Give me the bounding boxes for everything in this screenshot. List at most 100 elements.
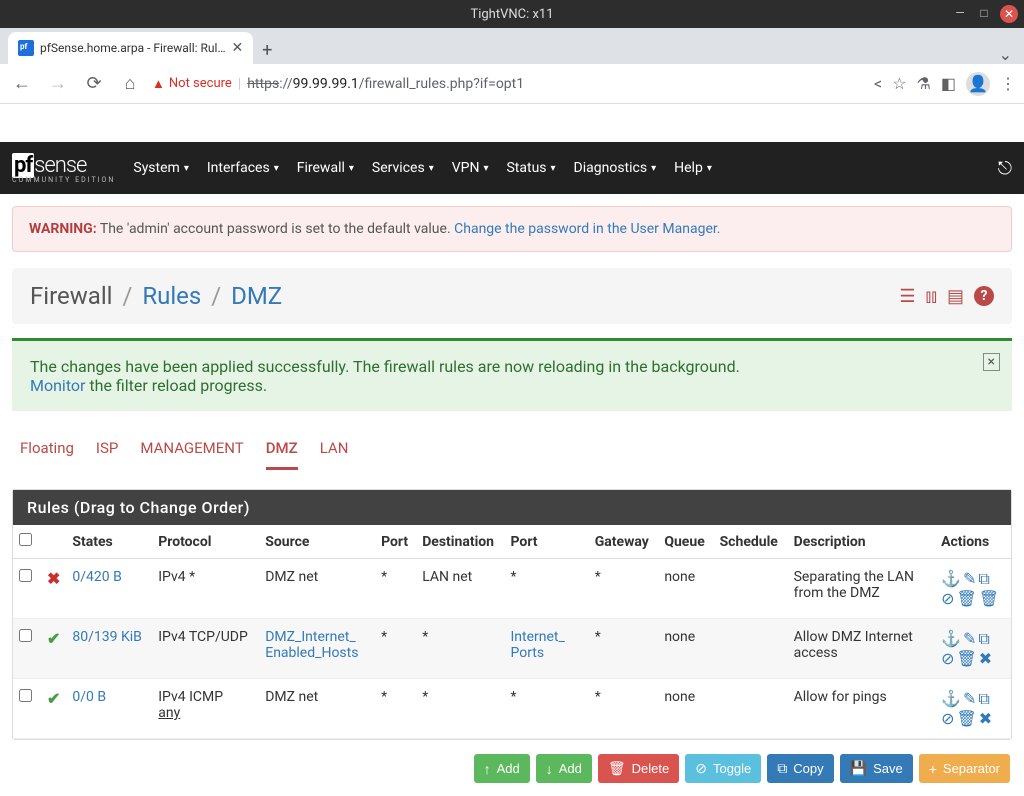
home-button[interactable]: ⌂ (116, 70, 144, 98)
forward-button: → (44, 70, 72, 98)
success-alert: × The changes have been applied successf… (12, 338, 1012, 411)
dport-cell: * (504, 559, 588, 619)
settings-icon[interactable]: ☰ (899, 286, 915, 307)
caret-down-icon: ▾ (707, 163, 712, 174)
trash-icon[interactable]: 🗑 (956, 649, 976, 668)
browser-tab[interactable]: pfSense.home.arpa - Firewall: Rul… ✕ (8, 32, 253, 64)
source-cell[interactable]: DMZ_Internet_Enabled_Hosts (259, 619, 375, 679)
dest-cell: LAN net (416, 559, 504, 619)
alert-close-icon[interactable]: × (983, 353, 1000, 371)
table-row[interactable]: ✔0/0 BIPv4 ICMPanyDMZ net****noneAllow f… (13, 679, 1011, 739)
pfsense-logo[interactable]: pfsense COMMUNITY EDITION (12, 153, 115, 184)
col-header: Source (259, 525, 375, 559)
help-icon[interactable]: ? (974, 286, 994, 306)
schedule-cell (714, 619, 788, 679)
logout-icon[interactable]: ⎋ (998, 158, 1012, 179)
tab-dmz[interactable]: DMZ (266, 439, 298, 470)
gateway-cell: * (589, 619, 659, 679)
warning-alert: WARNING: The 'admin' account password is… (12, 206, 1012, 252)
row-checkbox[interactable] (19, 689, 32, 702)
panel-icon[interactable]: ◧ (941, 74, 956, 93)
profile-icon[interactable]: 👤 (966, 72, 990, 96)
window-maximize-icon[interactable]: □ (976, 5, 992, 21)
save-button[interactable]: 💾Save (840, 754, 913, 783)
anchor-icon[interactable]: ⚓ (941, 629, 961, 648)
share-icon[interactable]: < (874, 74, 882, 93)
edit-icon[interactable]: ✎ (963, 629, 976, 648)
tab-isp[interactable]: ISP (96, 439, 118, 470)
window-close-icon[interactable]: ✕ (1000, 5, 1018, 23)
back-button[interactable]: ← (8, 70, 36, 98)
bookmark-icon[interactable]: ☆ (892, 74, 906, 93)
table-row[interactable]: ✔80/139 KiBIPv4 TCP/UDPDMZ_Internet_Enab… (13, 619, 1011, 679)
disable-icon[interactable]: ⊘ (941, 649, 954, 668)
extension-flask-icon[interactable]: ⚗ (917, 74, 931, 93)
copy-icon[interactable]: ⧉ (978, 569, 989, 589)
copy-button[interactable]: ⧉Copy (767, 754, 833, 783)
nav-menu-status[interactable]: Status▾ (506, 160, 555, 176)
disable-icon[interactable]: ⊘ (941, 589, 954, 608)
row-checkbox[interactable] (19, 569, 32, 582)
row-checkbox[interactable] (19, 629, 32, 642)
copy-icon[interactable]: ⧉ (978, 689, 989, 709)
add-top-button[interactable]: ↑Add (474, 754, 530, 783)
delete-icon[interactable]: 🗑 (979, 589, 999, 608)
description-cell: Separating the LAN from the DMZ (788, 559, 935, 619)
dport-cell[interactable]: Internet_Ports (504, 619, 588, 679)
edit-icon[interactable]: ✎ (963, 569, 976, 588)
caret-down-icon: ▾ (184, 163, 189, 174)
trash-icon[interactable]: 🗑 (956, 709, 976, 728)
table-row[interactable]: ✖0/420 BIPv4 *DMZ net*LAN net**noneSepar… (13, 559, 1011, 619)
actions-cell: ⚓✎⧉ ⊘🗑✖ (935, 619, 1011, 679)
toggle-button[interactable]: ⊘Toggle (685, 754, 761, 783)
stats-icon[interactable]: ⫾⫾ (925, 286, 937, 307)
reload-button[interactable]: ⟳ (80, 70, 108, 98)
tab-lan[interactable]: LAN (320, 439, 349, 470)
states-link[interactable]: 0/0 B (72, 689, 106, 705)
source-cell: DMZ net (259, 559, 375, 619)
col-header: States (66, 525, 152, 559)
nav-menu-vpn[interactable]: VPN▾ (452, 160, 489, 176)
nav-menu-help[interactable]: Help▾ (674, 160, 712, 176)
col-header: Destination (416, 525, 504, 559)
breadcrumb-dmz[interactable]: DMZ (231, 282, 282, 310)
tablist-dropdown-icon[interactable]: ⌄ (999, 45, 1012, 64)
tab-floating[interactable]: Floating (20, 439, 74, 470)
nav-menu-diagnostics[interactable]: Diagnostics▾ (574, 160, 657, 176)
nav-menu-firewall[interactable]: Firewall▾ (297, 160, 354, 176)
monitor-link[interactable]: Monitor (30, 376, 85, 395)
breadcrumb-rules[interactable]: Rules (142, 282, 201, 310)
protocol-cell: IPv4 TCP/UDP (152, 619, 259, 679)
tab-management[interactable]: MANAGEMENT (140, 439, 243, 470)
new-tab-button[interactable]: + (253, 36, 281, 64)
log-icon[interactable]: ▤ (947, 286, 964, 307)
nav-menu-interfaces[interactable]: Interfaces▾ (207, 160, 279, 176)
plus-icon: + (929, 761, 937, 777)
delete-button[interactable]: 🗑Delete (598, 754, 679, 783)
window-minimize-icon[interactable]: — (952, 5, 968, 21)
edit-icon[interactable]: ✎ (963, 689, 976, 708)
select-all-checkbox[interactable] (19, 533, 32, 546)
separator-button[interactable]: +Separator (919, 754, 1010, 783)
add-bottom-button[interactable]: ↓Add (536, 754, 592, 783)
dest-cell: * (416, 679, 504, 739)
rules-table: StatesProtocolSourcePortDestinationPortG… (13, 525, 1011, 739)
delete-icon[interactable]: ✖ (979, 649, 992, 668)
states-link[interactable]: 0/420 B (72, 569, 121, 585)
delete-icon[interactable]: ✖ (979, 709, 992, 728)
tab-close-icon[interactable]: ✕ (231, 40, 243, 56)
anchor-icon[interactable]: ⚓ (941, 569, 961, 588)
states-link[interactable]: 80/139 KiB (72, 629, 142, 645)
anchor-icon[interactable]: ⚓ (941, 689, 961, 708)
nav-menu-system[interactable]: System▾ (133, 160, 188, 176)
copy-icon[interactable]: ⧉ (978, 629, 989, 649)
address-bar[interactable]: ▲ Not secure | https://99.99.99.1/firewa… (152, 76, 866, 92)
warning-link[interactable]: Change the password in the User Manager. (454, 221, 720, 237)
disable-icon[interactable]: ⊘ (941, 709, 954, 728)
col-header (13, 525, 41, 559)
kebab-menu-icon[interactable]: ⋮ (1000, 74, 1016, 93)
trash-icon[interactable]: 🗑 (956, 589, 976, 608)
interface-tabs: Floating ISP MANAGEMENT DMZ LAN (12, 439, 1012, 471)
insecure-label: Not secure (169, 76, 232, 91)
nav-menu-services[interactable]: Services▾ (372, 160, 434, 176)
